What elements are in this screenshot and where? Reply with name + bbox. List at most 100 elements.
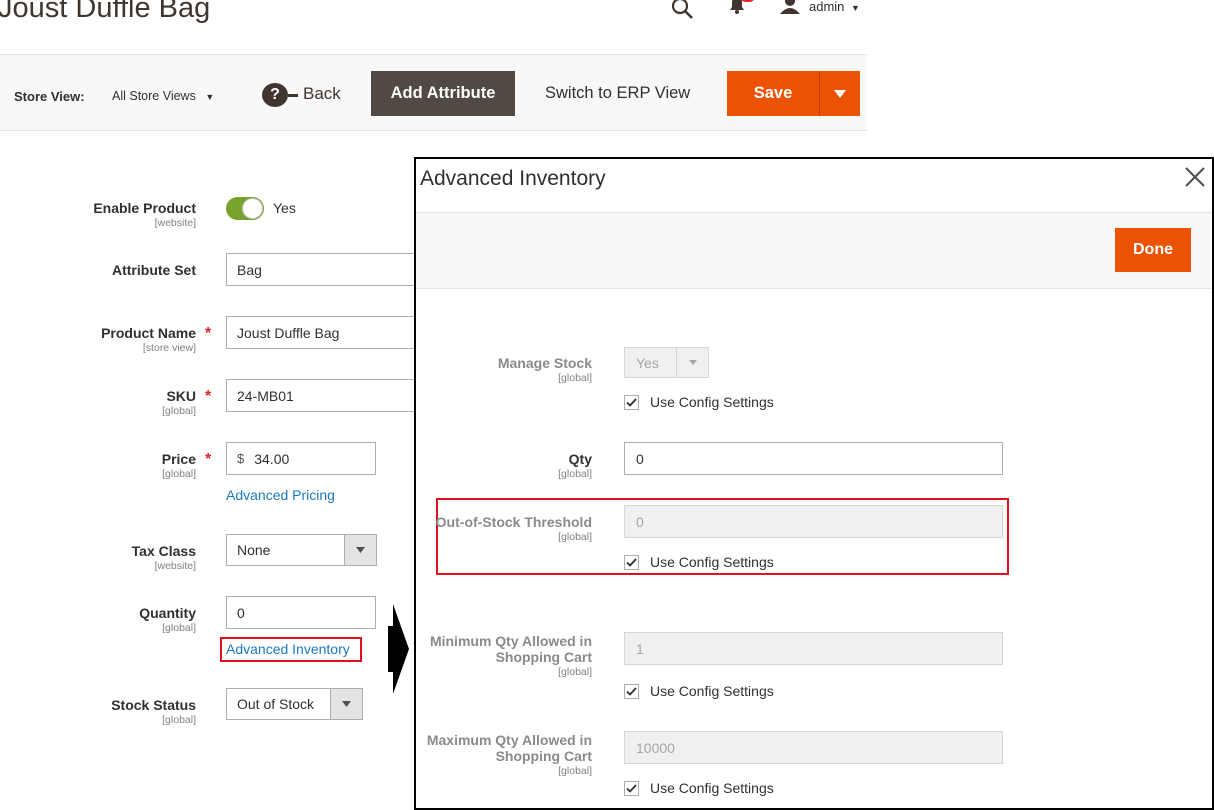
tax-class-scope: [website] [154, 560, 196, 572]
chevron-down-icon: ▼ [205, 92, 215, 102]
price-scope: [global] [162, 468, 196, 480]
out-of-stock-threshold-scope: [global] [558, 531, 592, 543]
max-qty-label-line2: Shopping Cart [495, 748, 592, 764]
help-icon[interactable]: ? [262, 83, 298, 107]
checkbox[interactable] [624, 554, 639, 570]
store-view-value: All Store Views [112, 89, 196, 103]
price-input[interactable]: $ 34.00 [226, 442, 376, 475]
chevron-down-icon [676, 348, 708, 377]
product-name-input[interactable]: Joust Duffle Bag [226, 316, 415, 349]
back-button[interactable]: Back [303, 84, 341, 104]
qty-value: 0 [636, 450, 644, 467]
quantity-input[interactable]: 0 [226, 596, 376, 629]
modal-title: Advanced Inventory [420, 167, 606, 190]
close-icon[interactable] [1184, 166, 1206, 193]
checkmark-icon [626, 557, 637, 567]
manage-stock-use-config[interactable]: Use Config Settings [624, 394, 774, 410]
tax-class-label: Tax Class [131, 543, 196, 559]
stock-status-label: Stock Status [111, 697, 196, 713]
advanced-inventory-link[interactable]: Advanced Inventory [226, 641, 350, 657]
use-config-label: Use Config Settings [650, 780, 774, 796]
toggle-knob [242, 198, 263, 219]
advanced-pricing-link[interactable]: Advanced Pricing [226, 487, 335, 503]
enable-product-toggle[interactable] [226, 197, 264, 220]
checkmark-icon [626, 783, 637, 793]
manage-stock-scope: [global] [558, 372, 592, 384]
checkbox[interactable] [624, 780, 639, 796]
required-marker: * [205, 325, 212, 342]
sku-label: SKU [166, 388, 196, 404]
out-of-stock-threshold-value: 0 [636, 513, 644, 530]
enable-product-label: Enable Product [93, 200, 196, 216]
switch-erp-view-button[interactable]: Switch to ERP View [545, 84, 690, 103]
attribute-set-select[interactable]: Bag [226, 253, 415, 286]
max-qty-input[interactable]: 10000 [624, 731, 1003, 764]
user-icon[interactable] [780, 0, 800, 21]
qty-input[interactable]: 0 [624, 442, 1003, 475]
manage-stock-select[interactable]: Yes [624, 347, 709, 378]
max-qty-use-config[interactable]: Use Config Settings [624, 780, 774, 796]
quantity-label: Quantity [139, 605, 196, 621]
price-label: Price [161, 451, 196, 467]
attribute-set-label: Attribute Set [112, 262, 196, 278]
sku-scope: [global] [162, 405, 196, 417]
min-qty-value: 1 [636, 640, 644, 657]
max-qty-label-line1: Maximum Qty Allowed in [426, 732, 592, 748]
currency-symbol: $ [237, 451, 245, 466]
qty-scope: [global] [558, 468, 592, 480]
enable-product-scope: [website] [154, 217, 196, 229]
user-menu[interactable]: admin ▼ [809, 0, 860, 14]
quantity-value: 0 [237, 604, 245, 621]
product-name-scope: [store view] [142, 342, 196, 354]
out-of-stock-threshold-use-config[interactable]: Use Config Settings [624, 554, 774, 570]
min-qty-use-config[interactable]: Use Config Settings [624, 683, 774, 699]
checkbox[interactable] [624, 394, 639, 410]
enable-product-value: Yes [273, 200, 296, 216]
chevron-down-icon [834, 89, 846, 98]
stock-status-value: Out of Stock [237, 696, 315, 712]
modal-actions-bar: Done [416, 212, 1212, 289]
manage-stock-value: Yes [636, 354, 659, 371]
price-value: 34.00 [254, 450, 290, 467]
use-config-label: Use Config Settings [650, 554, 774, 570]
checkmark-icon [626, 397, 637, 407]
sku-input[interactable]: 24-MB01 [226, 379, 415, 412]
sku-value: 24-MB01 [237, 387, 294, 404]
product-name-label: Product Name [101, 325, 196, 341]
use-config-label: Use Config Settings [650, 394, 774, 410]
tax-class-value: None [237, 542, 271, 558]
page-title: Joust Duffle Bag [0, 0, 211, 24]
store-view-label: Store View: [14, 89, 85, 104]
stock-status-select[interactable]: Out of Stock [226, 688, 363, 720]
save-button[interactable]: Save [727, 71, 819, 116]
chevron-down-icon [344, 535, 376, 565]
manage-stock-label: Manage Stock [497, 355, 592, 371]
tax-class-select[interactable]: None [226, 534, 377, 566]
checkmark-icon [626, 686, 637, 696]
out-of-stock-threshold-input[interactable]: 0 [624, 505, 1003, 538]
save-options-button[interactable] [819, 71, 860, 116]
out-of-stock-threshold-label: Out-of-Stock Threshold [435, 514, 592, 530]
stock-status-scope: [global] [162, 714, 196, 726]
min-qty-scope: [global] [558, 666, 592, 678]
bell-icon [730, 0, 744, 14]
done-button[interactable]: Done [1115, 228, 1191, 272]
max-qty-value: 10000 [636, 739, 675, 756]
attribute-set-value: Bag [237, 261, 262, 278]
notifications-button[interactable]: 3 [727, 0, 757, 18]
checkbox[interactable] [624, 683, 639, 699]
max-qty-scope: [global] [558, 765, 592, 777]
min-qty-input[interactable]: 1 [624, 632, 1003, 665]
chevron-down-icon: ▼ [851, 3, 860, 13]
add-attribute-button[interactable]: Add Attribute [371, 71, 515, 116]
advanced-inventory-modal: Advanced Inventory Done Manage Stock [gl… [414, 157, 1214, 810]
quantity-scope: [global] [162, 622, 196, 634]
use-config-label: Use Config Settings [650, 683, 774, 699]
required-marker: * [205, 451, 212, 468]
min-qty-label-line1: Minimum Qty Allowed in [429, 633, 592, 649]
chevron-down-icon [330, 689, 362, 719]
store-view-switcher[interactable]: All Store Views ▼ [112, 89, 214, 103]
qty-label: Qty [568, 451, 592, 467]
search-icon[interactable] [671, 0, 695, 25]
user-name: admin [809, 0, 845, 14]
